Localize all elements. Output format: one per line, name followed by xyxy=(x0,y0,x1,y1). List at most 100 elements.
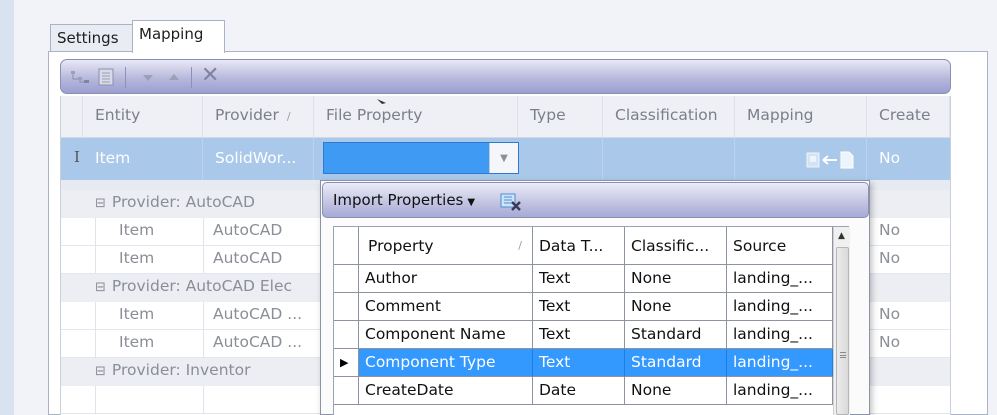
popup-toolbar: Import Properties ▼ xyxy=(322,182,869,218)
current-row-icon: ▶ xyxy=(340,356,349,369)
cell-source: landing_... xyxy=(727,349,833,377)
sort-indicator-icon: / xyxy=(518,239,522,252)
cell-data-type: Text xyxy=(533,349,625,377)
column-header-type[interactable]: Type xyxy=(518,96,603,138)
column-header-create[interactable]: Create xyxy=(867,96,950,138)
cell-type[interactable] xyxy=(518,138,603,180)
chevron-down-icon: ▼ xyxy=(467,197,476,208)
vertical-scrollbar[interactable]: ▲ xyxy=(833,227,850,415)
tab-mapping-label: Mapping xyxy=(139,25,204,43)
toolbar-separator-2 xyxy=(191,67,192,88)
import-properties-button[interactable]: Import Properties ▼ xyxy=(333,191,475,209)
cell-create-value: No xyxy=(879,149,901,167)
toolbar-separator xyxy=(125,67,126,88)
column-label: Classification xyxy=(615,106,718,124)
scroll-up-icon[interactable]: ▲ xyxy=(838,231,845,241)
grid-row-header xyxy=(61,96,83,138)
cell-provider: AutoCAD xyxy=(213,249,283,267)
group-label: Provider: AutoCAD xyxy=(111,193,255,211)
cell-entity: Item xyxy=(119,221,155,239)
cell-entity[interactable]: Item xyxy=(83,138,203,180)
row-selector[interactable] xyxy=(334,265,359,293)
column-header-file-property[interactable]: File Property xyxy=(314,96,518,138)
cell-data-type: Text xyxy=(533,293,625,321)
cell-property: Comment xyxy=(359,293,533,321)
tab-settings-label: Settings xyxy=(57,29,119,47)
table-row-selected[interactable]: ▶ Component Type Text Standard landing_.… xyxy=(334,349,834,377)
cell-property: CreateDate xyxy=(359,377,533,405)
column-label: Provider xyxy=(215,106,279,124)
cell-create[interactable]: No xyxy=(867,138,950,180)
column-label: Type xyxy=(530,106,566,124)
row-selector[interactable]: ▶ xyxy=(334,349,359,377)
column-label: Entity xyxy=(95,106,141,124)
cell-property: Component Type xyxy=(359,349,533,377)
properties-icon[interactable] xyxy=(97,68,115,86)
cell-classification: Standard xyxy=(625,321,727,349)
cell-provider: AutoCAD xyxy=(213,221,283,239)
new-mapping-row[interactable]: I Item SolidWor... No ▼ xyxy=(61,138,950,180)
cell-data-type: Text xyxy=(533,265,625,293)
cell-entity-value: Item xyxy=(95,149,131,167)
collapse-icon[interactable]: ⊟ xyxy=(95,280,106,295)
column-header-provider[interactable]: Provider / xyxy=(203,96,314,138)
tree-view-icon[interactable] xyxy=(69,68,91,86)
cell-classification: Standard xyxy=(625,349,727,377)
cell-entity: Item xyxy=(119,305,155,323)
cell-create: No xyxy=(879,249,901,267)
move-up-icon[interactable] xyxy=(165,68,183,86)
cell-classification: None xyxy=(625,265,727,293)
cell-classification: None xyxy=(625,377,727,405)
collapse-icon[interactable]: ⊟ xyxy=(95,196,106,211)
cell-source: landing_... xyxy=(727,265,833,293)
cell-provider-value: SolidWor... xyxy=(215,149,297,167)
clear-properties-icon[interactable] xyxy=(500,192,522,216)
scrollbar-thumb[interactable] xyxy=(836,247,849,415)
left-border-strip xyxy=(0,0,14,415)
cell-entity: Item xyxy=(119,333,155,351)
row-selector[interactable] xyxy=(334,321,359,349)
grip-icon xyxy=(840,352,846,358)
row-selector[interactable] xyxy=(334,293,359,321)
cell-classification[interactable] xyxy=(603,138,735,180)
tab-mapping[interactable]: Mapping xyxy=(132,20,225,53)
column-label: Property xyxy=(368,237,434,255)
column-header-data-type[interactable]: Data T... xyxy=(533,227,625,265)
mapping-direction-icon xyxy=(805,151,855,173)
column-label: Mapping xyxy=(747,106,814,124)
cell-provider[interactable]: SolidWor... xyxy=(203,138,314,180)
table-row[interactable]: Comment Text None landing_... xyxy=(334,293,834,321)
cell-source: landing_... xyxy=(727,377,833,405)
cell-classification: None xyxy=(625,293,727,321)
table-row[interactable]: Author Text None landing_... xyxy=(334,265,834,293)
column-header-entity[interactable]: Entity xyxy=(83,96,203,138)
delete-icon[interactable]: ✕ xyxy=(201,63,219,88)
column-label: Data T... xyxy=(539,237,604,255)
dropdown-arrow-icon[interactable]: ▼ xyxy=(489,143,518,173)
column-header-source[interactable]: Source xyxy=(727,227,833,265)
cell-create: No xyxy=(879,221,901,239)
row-header xyxy=(334,227,359,265)
column-label: File Property xyxy=(326,106,423,124)
import-properties-label: Import Properties xyxy=(333,191,464,209)
cell-source: landing_... xyxy=(727,321,833,349)
file-property-dropdown: Import Properties ▼ Property / Data T... C… xyxy=(320,180,870,415)
column-header-classification[interactable]: Classific... xyxy=(625,227,727,265)
table-row[interactable]: CreateDate Date None landing_... xyxy=(334,377,834,405)
column-header-property[interactable]: Property / xyxy=(359,227,533,265)
column-label: Source xyxy=(733,237,787,255)
move-down-icon[interactable] xyxy=(139,68,157,86)
cell-source: landing_... xyxy=(727,293,833,321)
row-selector[interactable] xyxy=(334,377,359,405)
tab-settings[interactable]: Settings xyxy=(50,24,134,52)
cell-provider: AutoCAD ... xyxy=(213,333,303,351)
column-label: Classific... xyxy=(631,237,710,255)
table-row[interactable]: Component Name Text Standard landing_... xyxy=(334,321,834,349)
row-edit-indicator-icon: I xyxy=(74,148,80,166)
collapse-icon[interactable]: ⊟ xyxy=(95,364,106,379)
column-header-mapping[interactable]: Mapping xyxy=(735,96,867,138)
mapping-toolbar: ✕ xyxy=(60,59,951,94)
column-header-classification[interactable]: Classification xyxy=(603,96,735,138)
cell-create: No xyxy=(879,333,901,351)
cell-property: Author xyxy=(359,265,533,293)
